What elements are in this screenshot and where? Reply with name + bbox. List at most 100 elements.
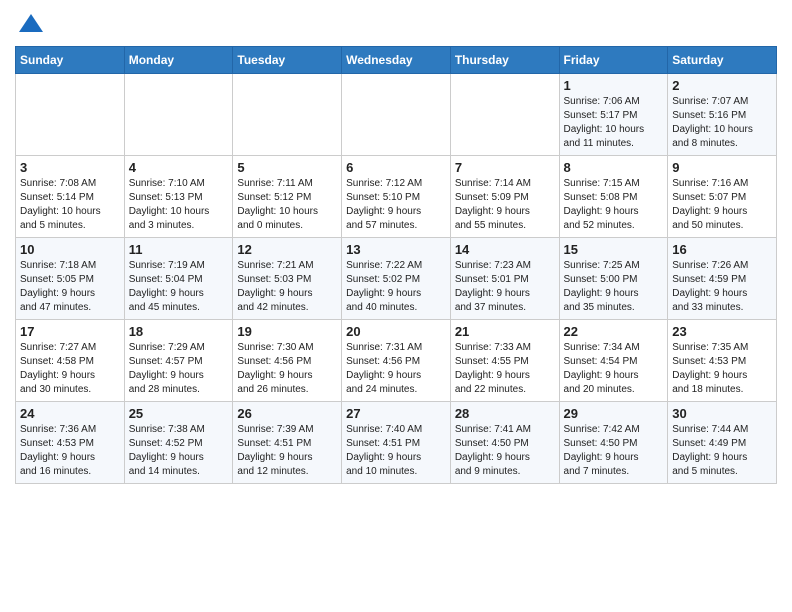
day-info: Sunrise: 7:19 AM Sunset: 5:04 PM Dayligh… (129, 259, 229, 315)
calendar-week-row: 1Sunrise: 7:06 AM Sunset: 5:17 PM Daylig… (16, 74, 777, 156)
calendar-cell: 30Sunrise: 7:44 AM Sunset: 4:49 PM Dayli… (668, 402, 777, 484)
day-info: Sunrise: 7:38 AM Sunset: 4:52 PM Dayligh… (129, 423, 229, 479)
logo (15, 10, 45, 38)
calendar-cell (450, 74, 559, 156)
calendar-cell: 13 Sunrise: 7:22 AM Sunset: 5:02 PM Dayli… (342, 238, 451, 320)
calendar-cell (16, 74, 125, 156)
calendar-cell: 12 Sunrise: 7:21 AM Sunset: 5:03 PM Dayli… (233, 238, 342, 320)
header (15, 10, 777, 38)
calendar-cell: 6 Sunrise: 7:12 AM Sunset: 5:10 PM Daylig… (342, 156, 451, 238)
day-info: Sunrise: 7:35 AM Sunset: 4:53 PM Dayligh… (672, 341, 772, 397)
day-number: 25 (129, 406, 229, 421)
logo-icon (17, 10, 45, 38)
day-number: 30 (672, 406, 772, 421)
calendar-week-row: 24 Sunrise: 7:36 AM Sunset: 4:53 PM Dayli… (16, 402, 777, 484)
calendar-cell: 3 Sunrise: 7:08 AM Sunset: 5:14 PM Daylig… (16, 156, 125, 238)
day-info: Sunrise: 7:15 AM Sunset: 5:08 PM Dayligh… (564, 177, 664, 233)
day-number: 4 (129, 160, 229, 175)
calendar-cell: 28 Sunrise: 7:41 AM Sunset: 4:50 PM Dayli… (450, 402, 559, 484)
calendar-cell: 15 Sunrise: 7:25 AM Sunset: 5:00 PM Dayli… (559, 238, 668, 320)
day-number: 5 (237, 160, 337, 175)
day-info: Sunrise: 7:07 AM Sunset: 5:16 PM Dayligh… (672, 95, 772, 151)
calendar-cell: 21 Sunrise: 7:33 AM Sunset: 4:55 PM Dayli… (450, 320, 559, 402)
day-info: Sunrise: 7:12 AM Sunset: 5:10 PM Dayligh… (346, 177, 446, 233)
calendar-cell: 1Sunrise: 7:06 AM Sunset: 5:17 PM Daylig… (559, 74, 668, 156)
day-info: Sunrise: 7:30 AM Sunset: 4:56 PM Dayligh… (237, 341, 337, 397)
day-info: Sunrise: 7:11 AM Sunset: 5:12 PM Dayligh… (237, 177, 337, 233)
weekday-header-sunday: Sunday (16, 47, 125, 74)
calendar-cell: 14Sunrise: 7:23 AM Sunset: 5:01 PM Dayli… (450, 238, 559, 320)
calendar-cell: 7 Sunrise: 7:14 AM Sunset: 5:09 PM Daylig… (450, 156, 559, 238)
calendar-cell: 29 Sunrise: 7:42 AM Sunset: 4:50 PM Dayli… (559, 402, 668, 484)
calendar-cell: 18Sunrise: 7:29 AM Sunset: 4:57 PM Dayli… (124, 320, 233, 402)
day-info: Sunrise: 7:21 AM Sunset: 5:03 PM Dayligh… (237, 259, 337, 315)
day-info: Sunrise: 7:16 AM Sunset: 5:07 PM Dayligh… (672, 177, 772, 233)
day-info: Sunrise: 7:10 AM Sunset: 5:13 PM Dayligh… (129, 177, 229, 233)
calendar-cell: 5 Sunrise: 7:11 AM Sunset: 5:12 PM Daylig… (233, 156, 342, 238)
day-info: Sunrise: 7:14 AM Sunset: 5:09 PM Dayligh… (455, 177, 555, 233)
day-info: Sunrise: 7:25 AM Sunset: 5:00 PM Dayligh… (564, 259, 664, 315)
page: SundayMondayTuesdayWednesdayThursdayFrid… (0, 0, 792, 499)
day-number: 10 (20, 242, 120, 257)
weekday-header-row: SundayMondayTuesdayWednesdayThursdayFrid… (16, 47, 777, 74)
calendar-cell: 19 Sunrise: 7:30 AM Sunset: 4:56 PM Dayli… (233, 320, 342, 402)
calendar-cell: 10 Sunrise: 7:18 AM Sunset: 5:05 PM Dayli… (16, 238, 125, 320)
calendar-table: SundayMondayTuesdayWednesdayThursdayFrid… (15, 46, 777, 484)
weekday-header-saturday: Saturday (668, 47, 777, 74)
day-number: 11 (129, 242, 229, 257)
day-info: Sunrise: 7:41 AM Sunset: 4:50 PM Dayligh… (455, 423, 555, 479)
day-number: 22 (564, 324, 664, 339)
calendar-cell (342, 74, 451, 156)
calendar-body: 1Sunrise: 7:06 AM Sunset: 5:17 PM Daylig… (16, 74, 777, 484)
day-number: 28 (455, 406, 555, 421)
calendar-cell: 16Sunrise: 7:26 AM Sunset: 4:59 PM Dayli… (668, 238, 777, 320)
day-number: 13 (346, 242, 446, 257)
day-info: Sunrise: 7:23 AM Sunset: 5:01 PM Dayligh… (455, 259, 555, 315)
calendar-cell: 4 Sunrise: 7:10 AM Sunset: 5:13 PM Daylig… (124, 156, 233, 238)
day-info: Sunrise: 7:31 AM Sunset: 4:56 PM Dayligh… (346, 341, 446, 397)
day-number: 19 (237, 324, 337, 339)
day-number: 15 (564, 242, 664, 257)
calendar-cell: 2 Sunrise: 7:07 AM Sunset: 5:16 PM Daylig… (668, 74, 777, 156)
day-info: Sunrise: 7:42 AM Sunset: 4:50 PM Dayligh… (564, 423, 664, 479)
day-number: 18 (129, 324, 229, 339)
calendar-cell: 20 Sunrise: 7:31 AM Sunset: 4:56 PM Dayli… (342, 320, 451, 402)
day-number: 2 (672, 78, 772, 93)
calendar-header: SundayMondayTuesdayWednesdayThursdayFrid… (16, 47, 777, 74)
calendar-cell: 24 Sunrise: 7:36 AM Sunset: 4:53 PM Dayli… (16, 402, 125, 484)
calendar-cell: 17Sunrise: 7:27 AM Sunset: 4:58 PM Dayli… (16, 320, 125, 402)
day-number: 3 (20, 160, 120, 175)
day-number: 8 (564, 160, 664, 175)
day-number: 9 (672, 160, 772, 175)
calendar-cell: 9 Sunrise: 7:16 AM Sunset: 5:07 PM Daylig… (668, 156, 777, 238)
weekday-header-monday: Monday (124, 47, 233, 74)
day-number: 7 (455, 160, 555, 175)
day-number: 27 (346, 406, 446, 421)
day-info: Sunrise: 7:33 AM Sunset: 4:55 PM Dayligh… (455, 341, 555, 397)
calendar-week-row: 3 Sunrise: 7:08 AM Sunset: 5:14 PM Daylig… (16, 156, 777, 238)
day-number: 6 (346, 160, 446, 175)
day-number: 12 (237, 242, 337, 257)
calendar-cell (233, 74, 342, 156)
calendar-cell: 22Sunrise: 7:34 AM Sunset: 4:54 PM Dayli… (559, 320, 668, 402)
day-number: 29 (564, 406, 664, 421)
day-info: Sunrise: 7:18 AM Sunset: 5:05 PM Dayligh… (20, 259, 120, 315)
day-number: 21 (455, 324, 555, 339)
day-number: 24 (20, 406, 120, 421)
day-info: Sunrise: 7:36 AM Sunset: 4:53 PM Dayligh… (20, 423, 120, 479)
calendar-cell: 8 Sunrise: 7:15 AM Sunset: 5:08 PM Daylig… (559, 156, 668, 238)
weekday-header-tuesday: Tuesday (233, 47, 342, 74)
day-number: 1 (564, 78, 664, 93)
calendar-cell (124, 74, 233, 156)
calendar-week-row: 10 Sunrise: 7:18 AM Sunset: 5:05 PM Dayli… (16, 238, 777, 320)
day-info: Sunrise: 7:26 AM Sunset: 4:59 PM Dayligh… (672, 259, 772, 315)
calendar-cell: 23Sunrise: 7:35 AM Sunset: 4:53 PM Dayli… (668, 320, 777, 402)
day-number: 20 (346, 324, 446, 339)
day-number: 17 (20, 324, 120, 339)
weekday-header-friday: Friday (559, 47, 668, 74)
day-info: Sunrise: 7:22 AM Sunset: 5:02 PM Dayligh… (346, 259, 446, 315)
weekday-header-wednesday: Wednesday (342, 47, 451, 74)
day-info: Sunrise: 7:08 AM Sunset: 5:14 PM Dayligh… (20, 177, 120, 233)
weekday-header-thursday: Thursday (450, 47, 559, 74)
calendar-week-row: 17Sunrise: 7:27 AM Sunset: 4:58 PM Dayli… (16, 320, 777, 402)
